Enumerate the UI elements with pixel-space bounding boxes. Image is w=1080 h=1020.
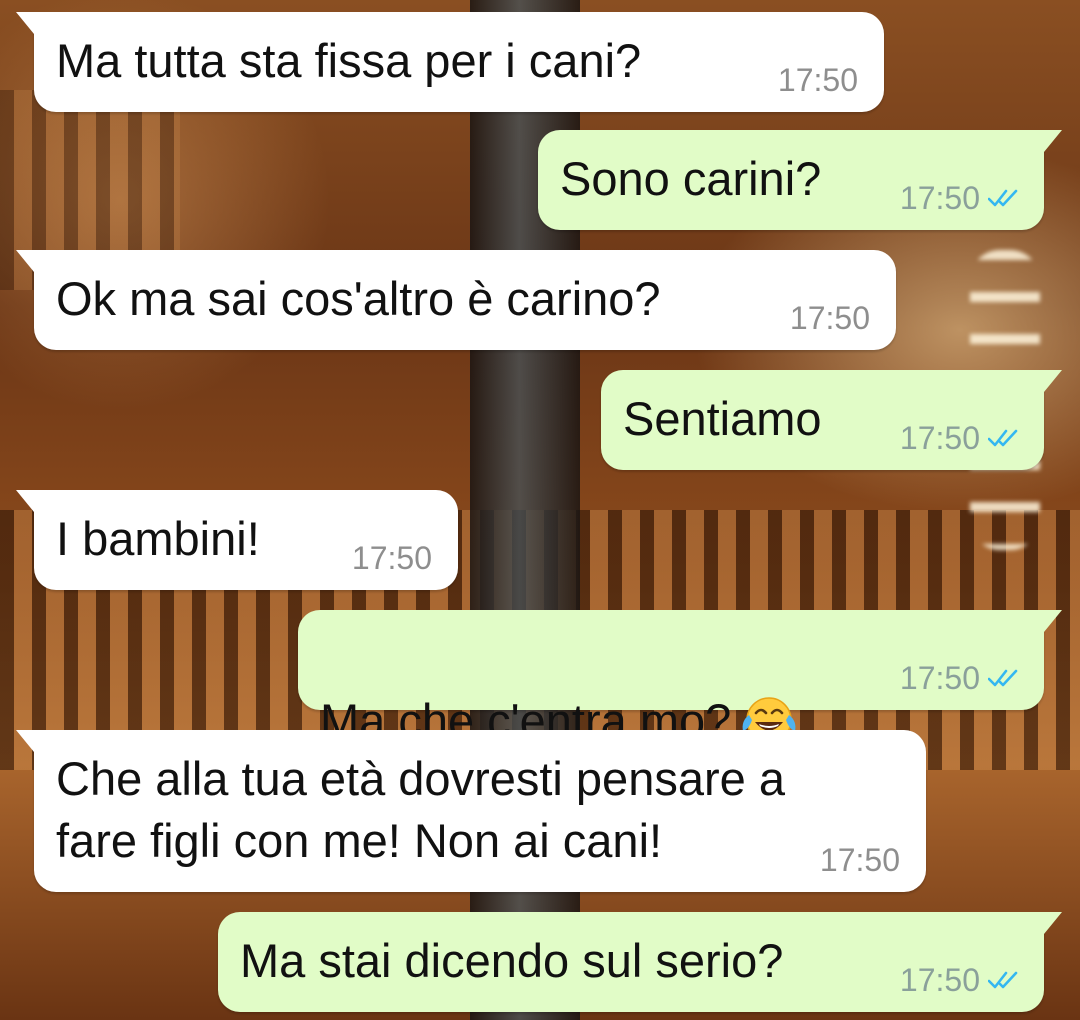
- message-time: 17:50: [777, 62, 858, 98]
- message-text: Ma tutta sta fissa per i cani?: [56, 34, 642, 87]
- message-text: Che alla tua età dovresti pensare a fare…: [56, 752, 785, 867]
- message-meta: 17:50: [778, 62, 858, 98]
- message-text: I bambini!: [56, 512, 260, 565]
- message-meta: 17:50: [900, 420, 1022, 456]
- message-time: 17:50: [899, 420, 980, 456]
- message-time: 17:50: [819, 842, 900, 878]
- message-meta: 17:50: [820, 842, 900, 878]
- message-text: Sono carini?: [560, 152, 822, 205]
- message-meta: 17:50: [790, 300, 870, 336]
- message-bubble-incoming[interactable]: Ma tutta sta fissa per i cani? 17:50: [16, 12, 884, 112]
- double-check-read-icon: [988, 429, 1018, 447]
- message-bubble-outgoing[interactable]: Sono carini? 17:50: [538, 130, 1062, 230]
- message-bubble-outgoing[interactable]: Sentiamo 17:50: [601, 370, 1062, 470]
- double-check-read-icon: [988, 189, 1018, 207]
- message-bubble-incoming[interactable]: I bambini! 17:50: [16, 490, 458, 590]
- double-check-read-icon: [988, 669, 1018, 687]
- double-check-read-icon: [988, 971, 1018, 989]
- message-meta: 17:50: [900, 660, 1022, 696]
- message-text: Sentiamo: [623, 392, 822, 445]
- message-time: 17:50: [351, 540, 432, 576]
- message-bubble-outgoing[interactable]: Ma stai dicendo sul serio? 17:50: [218, 912, 1062, 1012]
- message-meta: 17:50: [352, 540, 432, 576]
- message-time: 17:50: [899, 962, 980, 998]
- message-time: 17:50: [789, 300, 870, 336]
- chat-conversation[interactable]: Ma tutta sta fissa per i cani? 17:50 Son…: [0, 0, 1080, 1020]
- message-bubble-incoming[interactable]: Che alla tua età dovresti pensare a fare…: [16, 730, 926, 892]
- message-time: 17:50: [899, 180, 980, 216]
- message-text: Ma stai dicendo sul serio?: [240, 934, 784, 987]
- message-bubble-outgoing[interactable]: Ma che c'entra mo? 17:50: [298, 610, 1062, 747]
- message-meta: 17:50: [900, 962, 1022, 998]
- message-time: 17:50: [899, 660, 980, 696]
- message-meta: 17:50: [900, 180, 1022, 216]
- message-bubble-incoming[interactable]: Ok ma sai cos'altro è carino? 17:50: [16, 250, 896, 350]
- message-text: Ok ma sai cos'altro è carino?: [56, 272, 661, 325]
